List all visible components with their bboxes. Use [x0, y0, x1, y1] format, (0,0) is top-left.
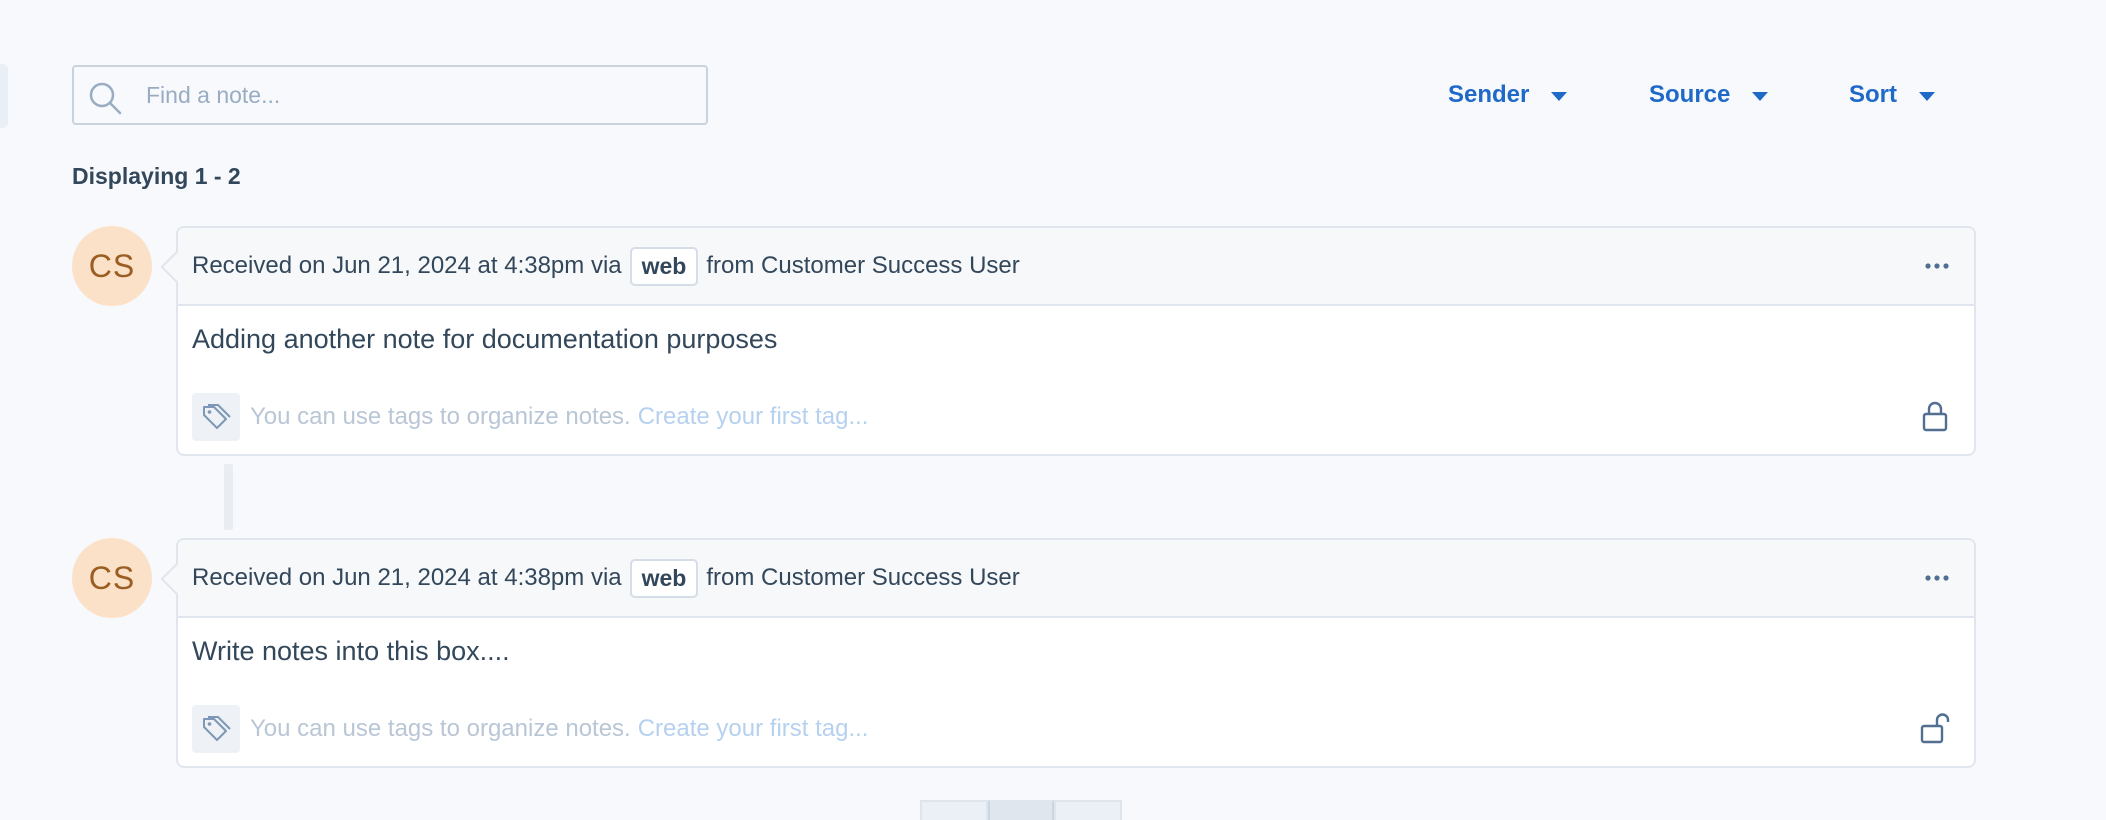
pagination-current[interactable]: [988, 800, 1054, 820]
sender-filter-dropdown[interactable]: Sender: [1448, 65, 1568, 125]
source-filter-label: Source: [1649, 81, 1731, 108]
pagination-prev[interactable]: [920, 800, 988, 820]
search-icon: [89, 82, 122, 115]
caret-down-icon: [1752, 91, 1769, 101]
tags-row: You can use tags to organize notes. Crea…: [192, 705, 868, 753]
tag-icon: [192, 705, 240, 753]
sender-filter-label: Sender: [1448, 81, 1530, 108]
caret-down-icon: [1919, 91, 1935, 101]
results-count: Displaying 1 - 2: [72, 163, 241, 189]
note-body[interactable]: Adding another note for documentation pu…: [192, 324, 777, 355]
tags-row: You can use tags to organize notes. Crea…: [192, 393, 868, 441]
search-box: [72, 65, 708, 125]
create-tag-link[interactable]: Create your first tag...: [638, 715, 869, 743]
more-options-icon[interactable]: [1922, 564, 1952, 592]
create-tag-link[interactable]: Create your first tag...: [638, 403, 869, 431]
pagination-next[interactable]: [1054, 800, 1122, 820]
source-badge: web: [629, 246, 699, 286]
more-options-icon[interactable]: [1922, 252, 1952, 280]
tags-hint: You can use tags to organize notes.: [250, 403, 631, 430]
sender-text: from Customer Success User: [706, 252, 1020, 279]
caret-down-icon: [1551, 91, 1568, 101]
note-header: Received on Jun 21, 2024 at 4:38pm via w…: [178, 228, 1974, 306]
source-filter-dropdown[interactable]: Source: [1649, 65, 1769, 125]
search-input[interactable]: [146, 67, 686, 123]
note-body[interactable]: Write notes into this box....: [192, 636, 510, 667]
source-badge: web: [629, 558, 699, 598]
sort-dropdown[interactable]: Sort: [1849, 65, 1935, 125]
avatar: CS: [72, 226, 152, 306]
notes-toolbar: Sender Source Sort: [72, 65, 1972, 129]
avatar: CS: [72, 538, 152, 618]
tag-icon: [192, 393, 240, 441]
lock-open-icon[interactable]: [1920, 712, 1950, 744]
sender-text: from Customer Success User: [706, 564, 1020, 591]
lock-closed-icon[interactable]: [1920, 400, 1950, 432]
note-header: Received on Jun 21, 2024 at 4:38pm via w…: [178, 540, 1974, 618]
side-panel-edge: [0, 64, 8, 128]
pagination: [920, 800, 1122, 820]
received-text: Received on Jun 21, 2024 at 4:38pm via: [192, 564, 622, 591]
received-text: Received on Jun 21, 2024 at 4:38pm via: [192, 252, 622, 279]
note-card: Received on Jun 21, 2024 at 4:38pm via w…: [176, 538, 1976, 768]
timeline-connector: [224, 464, 233, 530]
note-card: Received on Jun 21, 2024 at 4:38pm via w…: [176, 226, 1976, 456]
sort-label: Sort: [1849, 81, 1897, 108]
tags-hint: You can use tags to organize notes.: [250, 715, 631, 742]
